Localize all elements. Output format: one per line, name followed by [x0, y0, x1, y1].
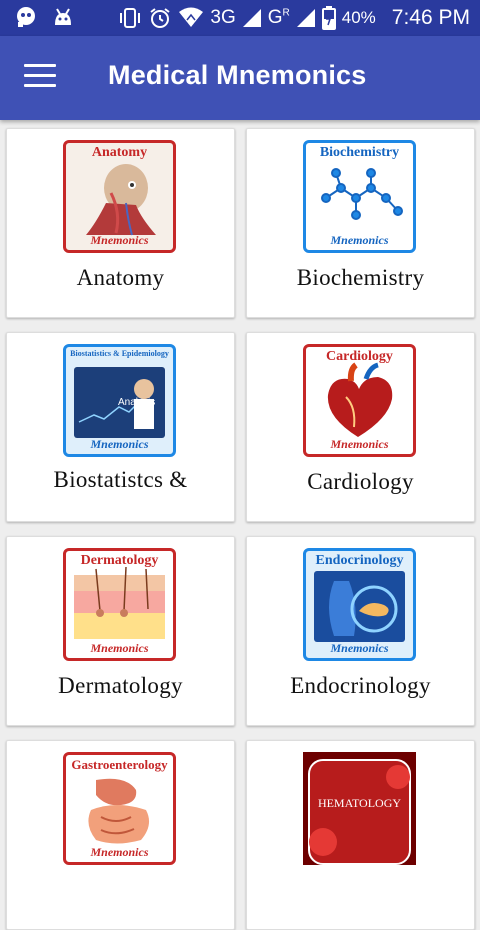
- biochemistry-thumbnail: Biochemistry Mnemonics: [303, 140, 416, 253]
- card-anatomy[interactable]: Anatomy Mnemonics Anatomy: [6, 128, 235, 318]
- card-label: Dermatology: [58, 673, 183, 698]
- card-biostatistics[interactable]: Biostatistics & Epidemiology Analysis Mn…: [6, 332, 235, 522]
- wifi-icon: [178, 7, 204, 29]
- signal-1-icon: [242, 8, 262, 28]
- notification-icon: [14, 6, 38, 28]
- hematology-thumbnail: HEMATOLOGY: [303, 752, 416, 865]
- signal-2-icon: [296, 8, 316, 28]
- card-label: Biochemistry: [296, 265, 425, 290]
- endocrinology-thumbnail: Endocrinology Mnemonics: [303, 548, 416, 661]
- vibrate-icon: [118, 7, 142, 29]
- card-label: Endocrinology: [290, 673, 431, 698]
- card-label: Cardiology: [307, 469, 414, 494]
- card-cardiology[interactable]: Cardiology Mnemonics Cardiology: [246, 332, 475, 522]
- menu-icon[interactable]: [24, 64, 56, 90]
- cardiology-thumbnail: Cardiology Mnemonics: [303, 344, 416, 457]
- alarm-icon: [148, 6, 172, 30]
- app-bar: Medical Mnemonics: [0, 36, 480, 120]
- battery-icon: [321, 6, 336, 30]
- biostatistics-thumbnail: Biostatistics & Epidemiology Analysis Mn…: [63, 344, 176, 457]
- network-type-1: 3G: [210, 7, 236, 28]
- page-title: Medical Mnemonics: [108, 60, 367, 90]
- card-hematology[interactable]: HEMATOLOGY: [246, 740, 475, 930]
- card-label: Anatomy: [76, 265, 165, 290]
- card-gastroenterology[interactable]: Gastroenterology Mnemonics: [6, 740, 235, 930]
- card-biochemistry[interactable]: Biochemistry Mnemonics Biochemistry: [246, 128, 475, 318]
- android-icon: [52, 7, 74, 27]
- anatomy-thumbnail: Anatomy Mnemonics: [63, 140, 176, 253]
- gastroenterology-thumbnail: Gastroenterology Mnemonics: [63, 752, 176, 865]
- battery-percent: 40%: [341, 8, 376, 27]
- card-dermatology[interactable]: Dermatology Mnemonics Dermatology: [6, 536, 235, 726]
- status-bar: 3G GR 40% 7:46 PM: [0, 0, 480, 36]
- card-label: Biostatistcs &: [53, 467, 188, 492]
- card-endocrinology[interactable]: Endocrinology Mnemonics Endocrinology: [246, 536, 475, 726]
- clock: 7:46 PM: [391, 6, 470, 29]
- dermatology-thumbnail: Dermatology Mnemonics: [63, 548, 176, 661]
- network-type-2: GR: [267, 7, 290, 28]
